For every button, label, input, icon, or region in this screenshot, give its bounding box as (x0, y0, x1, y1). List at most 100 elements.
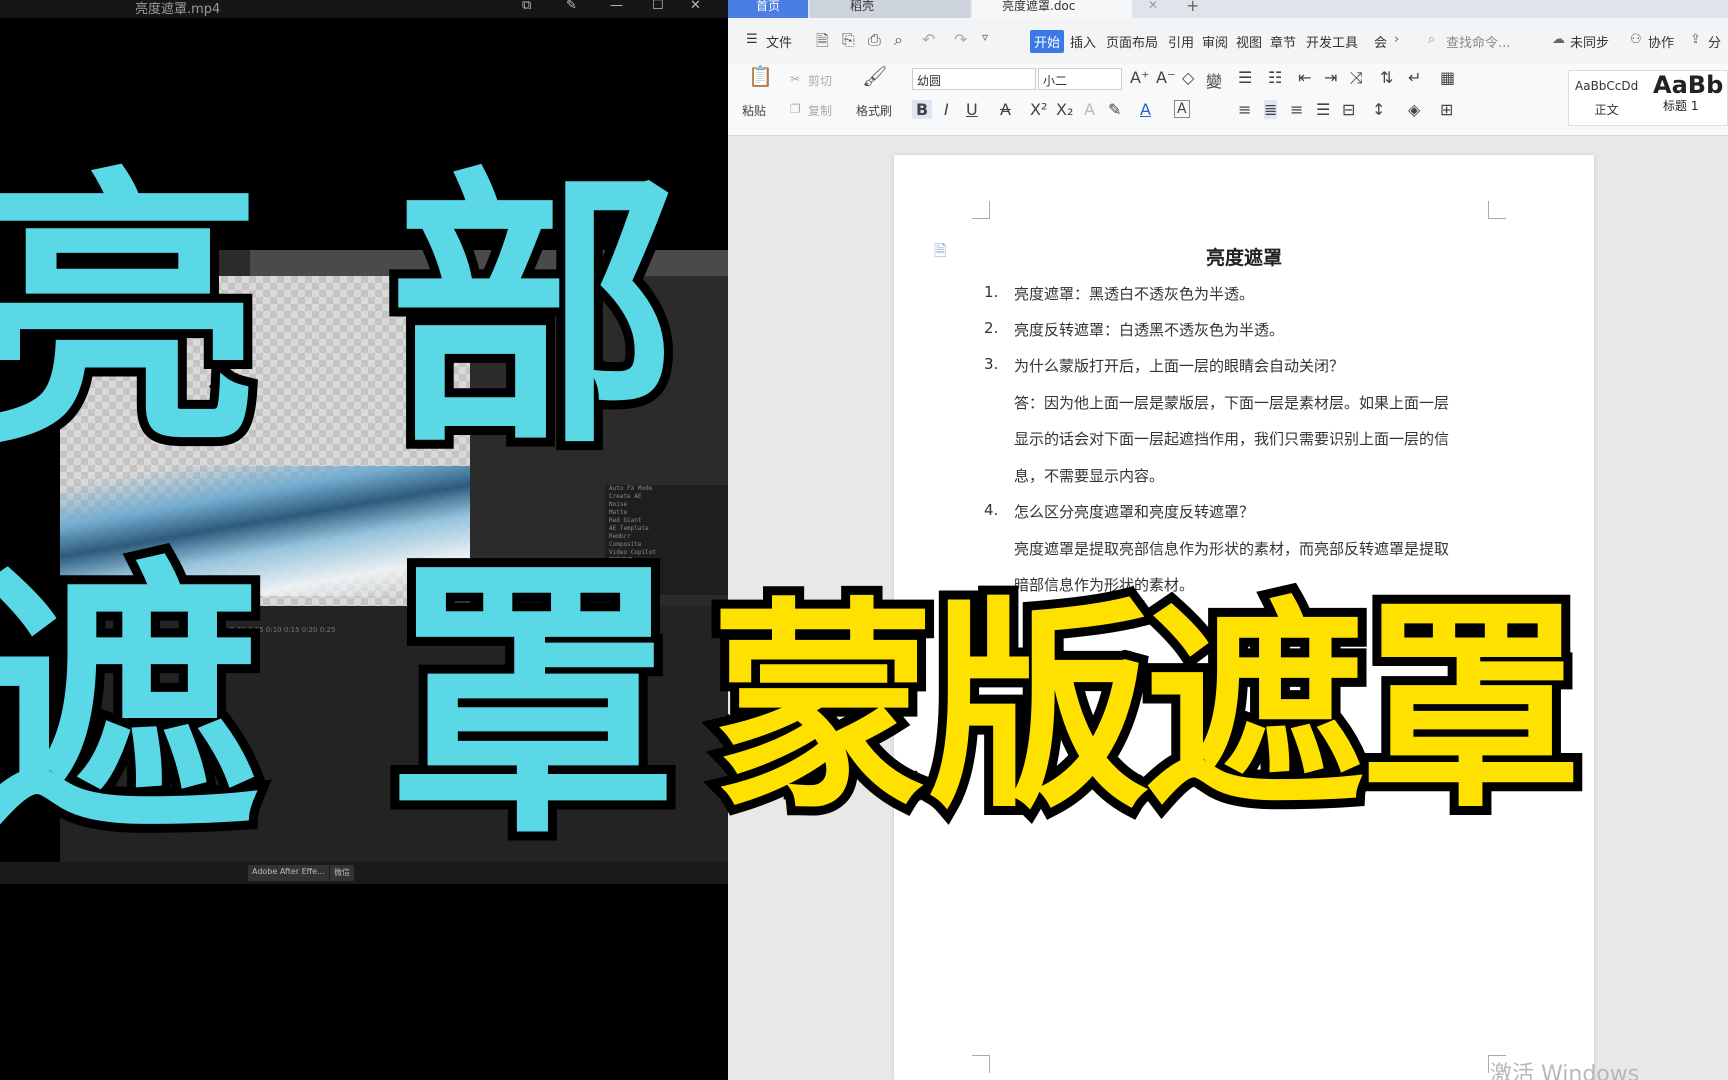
wps-menu-bar: ☰ 文件 🗎 ⎘ ⎙ ⌕ ↶ ↷ ▿ 开始 插入 页面布局 引用 审阅 视图 章… (728, 18, 1728, 64)
menu-view[interactable]: 视图 (1236, 32, 1262, 51)
redo-icon[interactable]: ↷ (954, 30, 967, 49)
text-effect-button[interactable]: A (1084, 100, 1095, 119)
copy-button[interactable]: 复制 (808, 102, 832, 119)
copy-icon[interactable]: ❐ (790, 102, 801, 116)
menu-insert[interactable]: 插入 (1070, 32, 1096, 51)
distribute-icon[interactable]: ⊟ (1342, 100, 1355, 119)
player-title: 亮度遮罩.mp4 (135, 2, 221, 17)
crop-mark (1488, 201, 1506, 219)
table-icon[interactable]: ▦ (1440, 68, 1455, 87)
print-icon[interactable]: ⎙ (868, 30, 881, 50)
share-icon: ⇪ (1690, 32, 1701, 47)
bullet-list-icon[interactable]: ☰ (1238, 68, 1252, 87)
align-left-icon[interactable]: ≡ (1238, 100, 1251, 119)
undo-icon[interactable]: ↶ (922, 30, 935, 49)
italic-button[interactable]: I (944, 100, 949, 119)
list-number: 3. (984, 355, 999, 373)
font-size-value: 小二 (1043, 74, 1068, 88)
chevron-right-icon[interactable]: › (1394, 32, 1399, 47)
font-family-select[interactable]: 幼圆 (912, 68, 1036, 90)
paste-icon[interactable]: 📋 (748, 64, 773, 88)
document-title: 亮度遮罩 (1205, 247, 1282, 269)
search-icon: ⌕ (1428, 32, 1436, 47)
justify-icon[interactable]: ☰ (1316, 100, 1330, 119)
cut-icon[interactable]: ✂ (790, 72, 800, 86)
clear-format-icon[interactable]: ◇ (1182, 68, 1194, 87)
menu-start[interactable]: 开始 (1030, 30, 1065, 53)
underline-button[interactable]: U (966, 100, 978, 119)
activate-windows-watermark: 激活 Windows (1490, 1062, 1640, 1080)
tab-daoke-label: 稻壳 (850, 0, 875, 13)
collaborate-button[interactable]: 协作 (1648, 32, 1674, 51)
menu-reference[interactable]: 引用 (1168, 32, 1194, 51)
style-heading-1[interactable]: AaBb 标题 1 (1653, 71, 1723, 114)
style-gallery: AaBbCcDd 正文 AaBb 标题 1 (1568, 70, 1728, 126)
tab-home[interactable]: 首页 (728, 0, 808, 18)
sync-status[interactable]: 未同步 (1570, 32, 1609, 51)
document-line: 显示的话会对下面一层起遮挡作用，我们只需要识别上面一层的信 (1014, 430, 1450, 448)
menu-page-layout[interactable]: 页面布局 (1106, 32, 1158, 51)
effects-item: Create AE (609, 493, 642, 500)
decrease-indent-icon[interactable]: ⇤ (1298, 68, 1311, 87)
increase-indent-icon[interactable]: ⇥ (1324, 68, 1337, 87)
paste-button[interactable]: 粘贴 (742, 102, 766, 119)
phonetic-icon[interactable]: 變 (1206, 68, 1222, 92)
tab-document[interactable]: 亮度遮罩.doc (972, 0, 1132, 18)
font-color-button[interactable]: A (1140, 100, 1151, 119)
menu-developer[interactable]: 开发工具 (1306, 32, 1358, 51)
cut-button[interactable]: 剪切 (808, 72, 832, 89)
document-line: 怎么区分亮度遮罩和亮度反转遮罩？ (1014, 503, 1255, 521)
style-normal[interactable]: AaBbCcDd 正文 (1575, 79, 1638, 118)
subscript-button[interactable]: X₂ (1056, 100, 1073, 119)
wps-writer-window: 首页 稻壳 亮度遮罩.doc ✕ + ☰ 文件 🗎 ⎘ ⎙ ⌕ ↶ ↷ ▿ 开始… (728, 0, 1728, 1080)
wps-tab-bar: 首页 稻壳 亮度遮罩.doc ✕ + (728, 0, 1728, 18)
overlay-char-bu: 部 (379, 146, 687, 483)
menu-section[interactable]: 章节 (1270, 32, 1296, 51)
paragraph-mark-icon[interactable]: ↵ (1408, 68, 1421, 87)
close-button[interactable]: ✕ (690, 0, 701, 13)
align-center-icon[interactable]: ≣ (1264, 100, 1278, 119)
new-tab-button[interactable]: + (1186, 0, 1199, 15)
search-command-input[interactable]: 查找命令... (1446, 32, 1510, 51)
menu-review[interactable]: 审阅 (1202, 32, 1228, 51)
border-icon[interactable]: ⊞ (1440, 100, 1453, 119)
pip-icon[interactable]: ⧉ (522, 0, 531, 13)
maximize-button[interactable]: ☐ (652, 0, 664, 13)
font-family-value: 幼圆 (917, 74, 942, 88)
menu-file[interactable]: 文件 (766, 32, 792, 51)
overlay-char-liang: 亮 (0, 146, 271, 483)
highlight-icon[interactable]: ✎ (1108, 100, 1121, 119)
superscript-button[interactable]: X² (1030, 100, 1047, 119)
text-direction-icon[interactable]: ⤨ (1350, 68, 1363, 88)
format-painter-icon[interactable]: 🖌 (862, 64, 887, 88)
export-icon[interactable]: ⎘ (842, 30, 855, 50)
print-preview-icon[interactable]: ⌕ (894, 30, 903, 50)
quick-access-dropdown-icon[interactable]: ▿ (982, 30, 988, 44)
save-icon[interactable]: 🗎 (816, 30, 829, 57)
sort-icon[interactable]: ⇅ (1380, 68, 1393, 87)
overlay-char-zhe: 遮 (0, 536, 271, 873)
strikethrough-button[interactable]: A (1000, 100, 1011, 119)
bold-button[interactable]: B (912, 100, 933, 119)
edit-icon[interactable]: ✎ (566, 0, 577, 13)
numbered-list-icon[interactable]: ☷ (1268, 68, 1282, 87)
font-size-select[interactable]: 小二 (1038, 68, 1122, 90)
list-number: 1. (984, 283, 999, 301)
document-line: 亮度遮罩是提取亮部信息作为形状的素材，而亮部反转遮罩是提取 (1014, 540, 1450, 558)
hamburger-icon[interactable]: ☰ (746, 32, 758, 47)
share-button[interactable]: 分 (1708, 32, 1721, 51)
char-border-button[interactable]: A (1174, 100, 1190, 118)
line-spacing-icon[interactable]: ↕ (1372, 100, 1385, 119)
font-shrink-icon[interactable]: A⁻ (1156, 68, 1175, 87)
align-right-icon[interactable]: ≡ (1290, 100, 1303, 119)
tab-close-icon[interactable]: ✕ (1148, 0, 1158, 12)
effects-item: AE Template (609, 525, 649, 532)
font-grow-icon[interactable]: A⁺ (1130, 68, 1149, 87)
effects-item: Noise (609, 501, 628, 508)
tab-daoke[interactable]: 稻壳 (810, 0, 970, 18)
menu-member[interactable]: 会 (1374, 32, 1387, 51)
effects-item: Auto FX Mode (609, 485, 653, 492)
shading-icon[interactable]: ◈ (1408, 100, 1420, 119)
minimize-button[interactable]: — (610, 0, 623, 13)
format-painter-button[interactable]: 格式刷 (856, 102, 892, 119)
